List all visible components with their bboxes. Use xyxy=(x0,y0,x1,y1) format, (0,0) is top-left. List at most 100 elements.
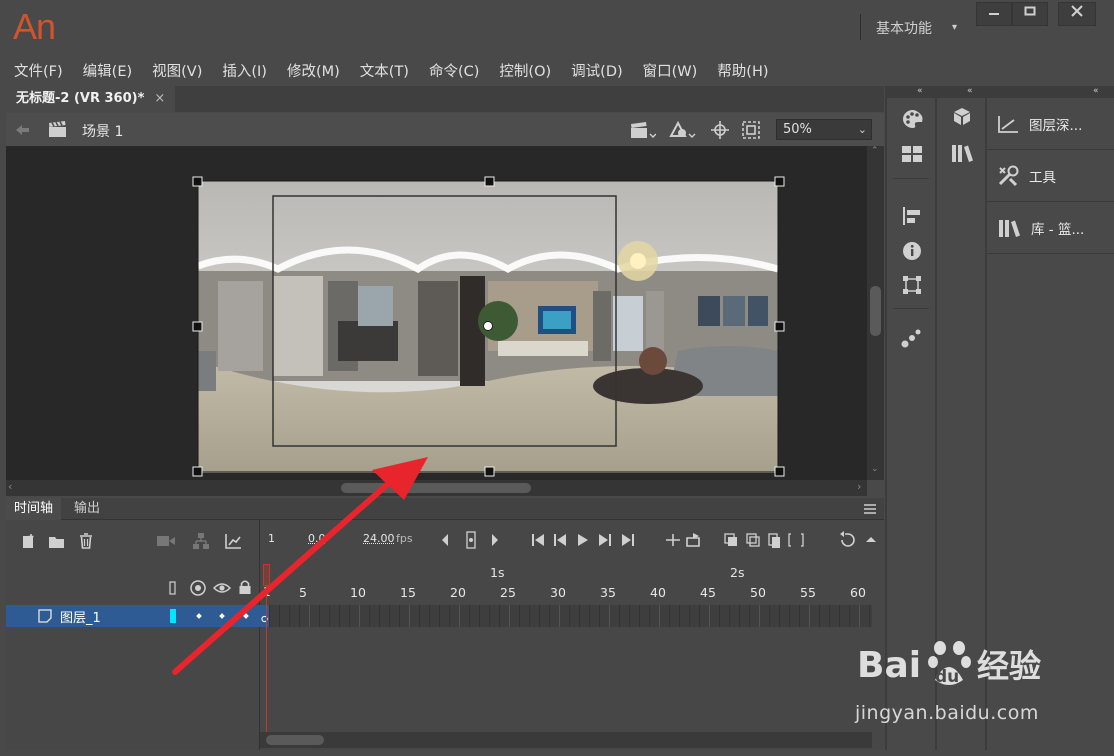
layer-row[interactable]: 图层_1 xyxy=(6,605,260,627)
current-frame[interactable]: 1 xyxy=(268,532,275,545)
frames-area: 1 0.0 24.00 fps 1s 2s 5 10 15 20 25 30 3… xyxy=(260,520,884,750)
title-separator xyxy=(860,14,861,40)
horizontal-scroll-thumb[interactable] xyxy=(341,483,531,493)
panel-label: 库 - 篮... xyxy=(1031,221,1085,238)
menu-control[interactable]: 控制(O) xyxy=(499,60,551,81)
scroll-up-icon[interactable]: ⌃ xyxy=(871,146,879,156)
swatches-icon[interactable] xyxy=(901,144,923,164)
dock-divider xyxy=(893,178,929,179)
motion-presets-icon[interactable] xyxy=(901,328,923,348)
zoom-value: 50% xyxy=(783,122,812,137)
panel-label: 图层深... xyxy=(1029,117,1083,134)
menu-modify[interactable]: 修改(M) xyxy=(287,60,340,81)
vertical-scroll-thumb[interactable] xyxy=(870,286,881,336)
clip-stage-icon[interactable] xyxy=(741,120,761,140)
menu-window[interactable]: 窗口(W) xyxy=(643,60,698,81)
menu-view[interactable]: 视图(V) xyxy=(152,60,202,81)
layer-color-swatch[interactable] xyxy=(170,609,176,623)
ruler-number: 35 xyxy=(600,585,616,600)
new-folder-icon[interactable] xyxy=(48,533,66,549)
frame-cells[interactable] xyxy=(260,605,872,627)
zoom-dropdown[interactable]: 50% ⌄ xyxy=(776,119,872,140)
frame-rate-value[interactable]: 24.00 xyxy=(363,532,395,545)
timeline-ruler[interactable]: 1s 2s 1 5 10 15 20 25 30 35 40 45 50 55 … xyxy=(260,562,884,604)
panel-menu-icon[interactable] xyxy=(864,504,876,514)
tab-output[interactable]: 输出 xyxy=(66,498,108,520)
menu-insert[interactable]: 插入(I) xyxy=(222,60,267,81)
layer-parenting-icon[interactable] xyxy=(192,532,210,550)
info-icon[interactable] xyxy=(902,241,922,261)
minimize-button[interactable] xyxy=(976,2,1012,26)
stage-horizontal-scrollbar[interactable]: ‹ › xyxy=(6,480,867,496)
scroll-left-icon[interactable]: ‹ xyxy=(8,480,12,493)
lock-icon[interactable] xyxy=(238,579,252,595)
selection-bounding-box[interactable] xyxy=(6,146,867,480)
playback-controls[interactable] xyxy=(530,530,648,550)
baidu-watermark: Bai du 经验 jingyan.baidu.com xyxy=(855,632,1105,732)
scene-label[interactable]: 场景 1 xyxy=(82,121,123,141)
align-icon[interactable] xyxy=(902,206,922,226)
stage-vertical-scrollbar[interactable]: ⌃ ⌄ xyxy=(867,146,884,480)
collapse-arrow-icon[interactable]: « xyxy=(917,86,923,96)
tools-icon xyxy=(998,165,1019,186)
edit-symbols-icon[interactable] xyxy=(668,120,696,140)
visibility-dot[interactable] xyxy=(219,613,225,619)
visibility-eye-icon[interactable] xyxy=(213,581,231,595)
restore-button[interactable] xyxy=(1012,2,1048,26)
edit-scene-icon[interactable] xyxy=(630,120,656,140)
menu-file[interactable]: 文件(F) xyxy=(14,60,63,81)
ruler-number: 30 xyxy=(550,585,566,600)
menu-commands[interactable]: 命令(C) xyxy=(429,60,479,81)
menu-debug[interactable]: 调试(D) xyxy=(571,60,622,81)
scroll-right-icon[interactable]: › xyxy=(857,480,861,493)
collapse-arrow-icon[interactable]: « xyxy=(1093,86,1099,96)
lock-dot[interactable] xyxy=(243,613,249,619)
workspace-caret-icon[interactable]: ▾ xyxy=(952,22,957,33)
ruler-number: 45 xyxy=(700,585,716,600)
center-stage-icon[interactable] xyxy=(710,120,730,140)
back-arrow-icon[interactable] xyxy=(14,123,30,137)
loop-controls[interactable] xyxy=(665,530,705,550)
document-tab[interactable]: 无标题-2 (VR 360)* × xyxy=(6,86,176,112)
panel-tools[interactable]: 工具 xyxy=(987,150,1114,202)
title-bar: An 基本功能 ▾ xyxy=(0,0,1114,56)
highlight-dot[interactable] xyxy=(196,613,202,619)
workspace-switcher[interactable]: 基本功能 xyxy=(876,18,932,38)
elapsed-time[interactable]: 0.0 xyxy=(308,532,326,545)
menu-help[interactable]: 帮助(H) xyxy=(717,60,768,81)
prev-keyframe-icon xyxy=(442,534,448,546)
edit-bar: 场景 1 50% ⌄ xyxy=(6,113,884,146)
frame-navigation-controls[interactable] xyxy=(440,530,510,550)
close-button[interactable] xyxy=(1058,2,1096,26)
components-icon[interactable] xyxy=(950,106,974,130)
menu-edit[interactable]: 编辑(E) xyxy=(83,60,132,81)
collapse-arrow-icon[interactable]: « xyxy=(967,86,973,96)
color-palette-icon[interactable] xyxy=(901,108,925,130)
timeline-extra-controls[interactable] xyxy=(838,530,878,550)
show-graph-icon[interactable] xyxy=(224,533,242,549)
library-books-icon[interactable] xyxy=(950,142,974,164)
document-tab-bar: 无标题-2 (VR 360)* × xyxy=(6,86,884,112)
timeline-horizontal-scrollbar[interactable] xyxy=(260,732,872,748)
stage[interactable] xyxy=(6,146,867,480)
delete-layer-icon[interactable] xyxy=(78,532,94,550)
highlight-layers-icon[interactable] xyxy=(189,580,207,596)
scene-clapper-icon xyxy=(49,121,66,137)
chevron-down-icon[interactable]: ⌄ xyxy=(858,120,867,139)
tab-close-icon[interactable]: × xyxy=(154,86,165,112)
layer-name[interactable]: 图层_1 xyxy=(60,607,101,626)
transform-icon[interactable] xyxy=(902,275,922,295)
onion-skin-controls[interactable] xyxy=(723,530,813,550)
scroll-down-icon[interactable]: ⌄ xyxy=(871,464,879,474)
panel-library[interactable]: 库 - 篮... xyxy=(987,202,1114,254)
timeline-scroll-thumb[interactable] xyxy=(266,735,324,745)
menu-text[interactable]: 文本(T) xyxy=(360,60,409,81)
camera-icon[interactable] xyxy=(156,534,176,548)
panel-layer-depth[interactable]: 图层深... xyxy=(987,98,1114,150)
restore-icon xyxy=(1024,6,1036,16)
layer-frames-row[interactable] xyxy=(260,605,872,627)
new-layer-icon[interactable] xyxy=(22,533,38,549)
ruler-number: 50 xyxy=(750,585,766,600)
playhead[interactable] xyxy=(263,564,270,586)
tab-timeline[interactable]: 时间轴 xyxy=(6,498,62,520)
